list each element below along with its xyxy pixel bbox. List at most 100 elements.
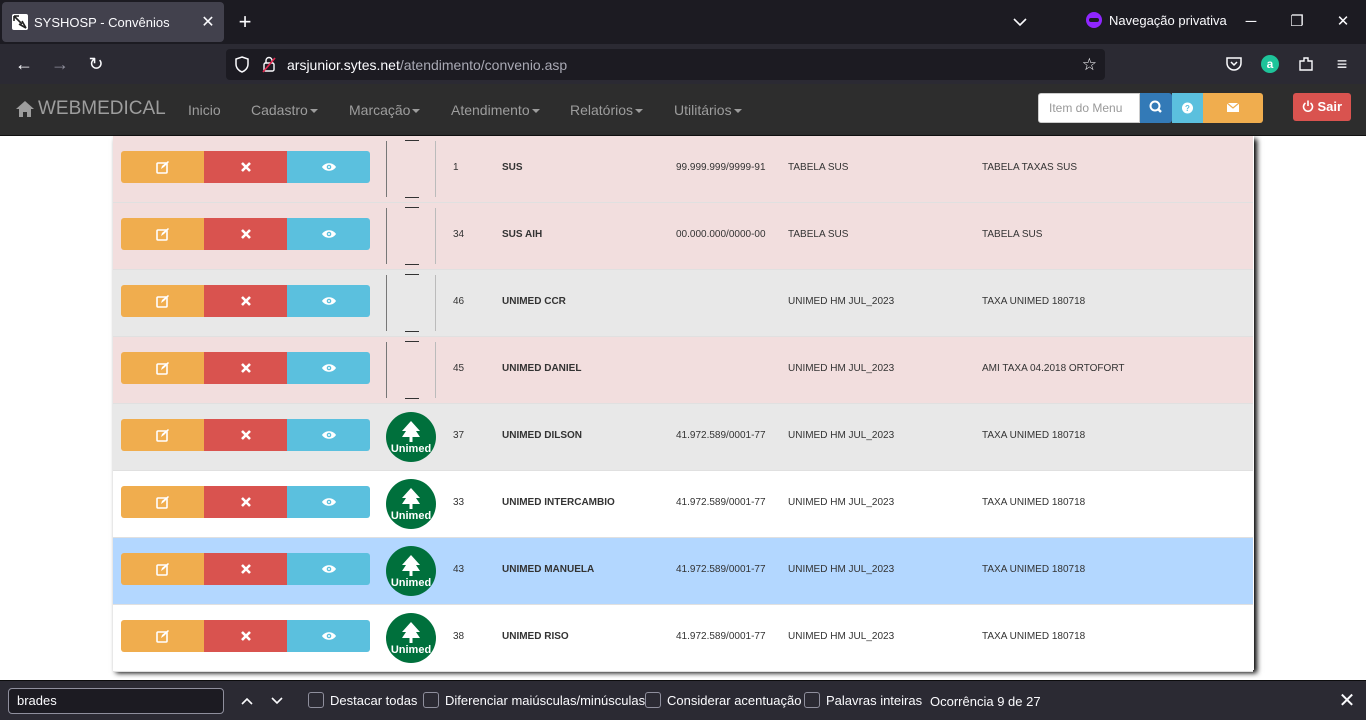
delete-button[interactable] [204, 151, 287, 183]
table-row[interactable]: Unimed 33 UNIMED INTERCAMBIO 41.972.589/000… [113, 471, 1253, 538]
menu-atendimento[interactable]: Atendimento [451, 102, 540, 118]
match-case-checkbox[interactable] [423, 692, 439, 708]
edit-button[interactable] [121, 218, 204, 250]
pocket-icon[interactable] [1220, 50, 1248, 78]
svg-text:Unimed: Unimed [391, 443, 431, 455]
delete-button[interactable] [204, 218, 287, 250]
view-button[interactable] [287, 553, 370, 585]
delete-icon [240, 430, 251, 440]
delete-button[interactable] [204, 285, 287, 317]
back-icon[interactable]: ← [10, 50, 38, 78]
mail-button[interactable] [1203, 93, 1263, 123]
unimed-logo: Unimed [386, 412, 436, 462]
table-row[interactable]: 46 UNIMED CCR UNIMED HM JUL_2023 TAXA UNIME… [113, 270, 1253, 337]
chevron-down-icon[interactable] [1008, 10, 1032, 34]
unimed-logo: Unimed [386, 613, 436, 663]
menu-hamburger-icon[interactable]: ≡ [1328, 50, 1356, 78]
new-tab-icon[interactable]: + [232, 8, 258, 36]
cell-tabela: UNIMED HM JUL_2023 [788, 430, 895, 441]
find-input[interactable]: brades [8, 688, 224, 714]
eye-icon [321, 230, 336, 238]
edit-icon [155, 295, 169, 308]
view-button[interactable] [287, 285, 370, 317]
option-highlight-all[interactable]: Destacar todas [308, 692, 417, 708]
find-previous-icon[interactable] [235, 689, 259, 713]
edit-icon [155, 496, 169, 509]
delete-button[interactable] [204, 352, 287, 384]
edit-button[interactable] [121, 285, 204, 317]
power-icon [1302, 100, 1314, 112]
edit-button[interactable] [121, 620, 204, 652]
delete-icon [240, 229, 251, 239]
logout-button[interactable]: Sair [1293, 93, 1351, 121]
shield-icon[interactable] [234, 56, 250, 78]
edit-icon [155, 563, 169, 576]
edit-button[interactable] [121, 151, 204, 183]
menu-marcacao[interactable]: Marcação [349, 102, 421, 118]
delete-button[interactable] [204, 419, 287, 451]
edit-icon [155, 362, 169, 375]
search-button[interactable] [1140, 93, 1172, 123]
menu-search-input[interactable]: Item do Menu [1038, 93, 1140, 123]
option-whole-words[interactable]: Palavras inteiras [804, 692, 922, 708]
delete-button[interactable] [204, 553, 287, 585]
view-button[interactable] [287, 620, 370, 652]
view-button[interactable] [287, 218, 370, 250]
edit-button[interactable] [121, 419, 204, 451]
view-button[interactable] [287, 486, 370, 518]
delete-icon [240, 631, 251, 641]
match-diacritics-checkbox[interactable] [645, 692, 661, 708]
url-text[interactable]: arsjunior.sytes.net/atendimento/convenio… [287, 57, 567, 73]
restore-icon[interactable]: ❐ [1283, 8, 1311, 36]
highlight-all-checkbox[interactable] [308, 692, 324, 708]
browser-tab-bar: SYSHOSP - Convênios ✕ + Navegação privat… [0, 0, 1366, 44]
menu-cadastro[interactable]: Cadastro [251, 102, 318, 118]
app-navbar: WEBMEDICAL Inicio Cadastro Marcação Aten… [0, 84, 1366, 136]
edit-button[interactable] [121, 486, 204, 518]
bookmark-star-icon[interactable]: ☆ [1082, 55, 1097, 75]
brand[interactable]: WEBMEDICAL [15, 98, 166, 120]
cell-name: UNIMED CCR [502, 296, 566, 307]
find-close-icon[interactable]: ✕ [1335, 689, 1359, 713]
menu-utilitarios[interactable]: Utilitários [674, 102, 742, 118]
cell-taxa: TAXA UNIMED 180718 [982, 296, 1086, 307]
cell-cnpj: 41.972.589/0001-77 [676, 631, 766, 642]
unimed-logo: Unimed [386, 546, 436, 596]
insecure-lock-icon[interactable] [262, 56, 276, 78]
edit-button[interactable] [121, 553, 204, 585]
delete-icon [240, 296, 251, 306]
question-icon: ? [1182, 102, 1193, 114]
view-button[interactable] [287, 419, 370, 451]
delete-button[interactable] [204, 486, 287, 518]
menu-inicio[interactable]: Inicio [188, 102, 221, 118]
eye-icon [321, 364, 336, 372]
cell-code: 33 [453, 497, 465, 508]
table-row[interactable]: Unimed 37 UNIMED DILSON 41.972.589/0001-77 U… [113, 404, 1253, 471]
view-button[interactable] [287, 352, 370, 384]
delete-button[interactable] [204, 620, 287, 652]
option-match-case[interactable]: Diferenciar maiúsculas/minúsculas [423, 692, 645, 708]
forward-icon[interactable]: → [46, 50, 74, 78]
table-row[interactable]: 45 UNIMED DANIEL UNIMED HM JUL_2023 AMI TAX… [113, 337, 1253, 404]
menu-relatorios[interactable]: Relatórios [570, 102, 644, 118]
tab-close-icon[interactable]: ✕ [196, 12, 220, 32]
edit-button[interactable] [121, 352, 204, 384]
table-row[interactable]: 34 SUS AIH 00.000.000/0000-00 TABELA SUS TAB… [113, 203, 1253, 270]
table-row[interactable]: Unimed 38 UNIMED RISO 41.972.589/0001-77 UNI… [113, 605, 1253, 672]
table-row[interactable]: 1 SUS 99.999.999/9999-91 TABELA SUS TABELA T… [113, 136, 1253, 203]
cell-code: 37 [453, 430, 465, 441]
extension-a-icon[interactable]: a [1261, 55, 1279, 73]
extensions-icon[interactable] [1292, 50, 1320, 78]
whole-words-checkbox[interactable] [804, 692, 820, 708]
cell-code: 1 [453, 162, 459, 173]
find-next-icon[interactable] [265, 689, 289, 713]
table-row[interactable]: Unimed 43 UNIMED MANUELA 41.972.589/0001-77… [113, 538, 1253, 605]
minimize-icon[interactable]: ─ [1237, 8, 1265, 36]
url-bar[interactable]: arsjunior.sytes.net/atendimento/convenio… [226, 49, 1105, 80]
help-button[interactable]: ? [1172, 93, 1203, 123]
close-window-icon[interactable]: ✕ [1329, 8, 1357, 36]
view-button[interactable] [287, 151, 370, 183]
option-match-diacritics[interactable]: Considerar acentuação [645, 692, 801, 708]
reload-icon[interactable]: ↻ [82, 50, 110, 78]
browser-tab[interactable]: SYSHOSP - Convênios ✕ [2, 2, 224, 42]
